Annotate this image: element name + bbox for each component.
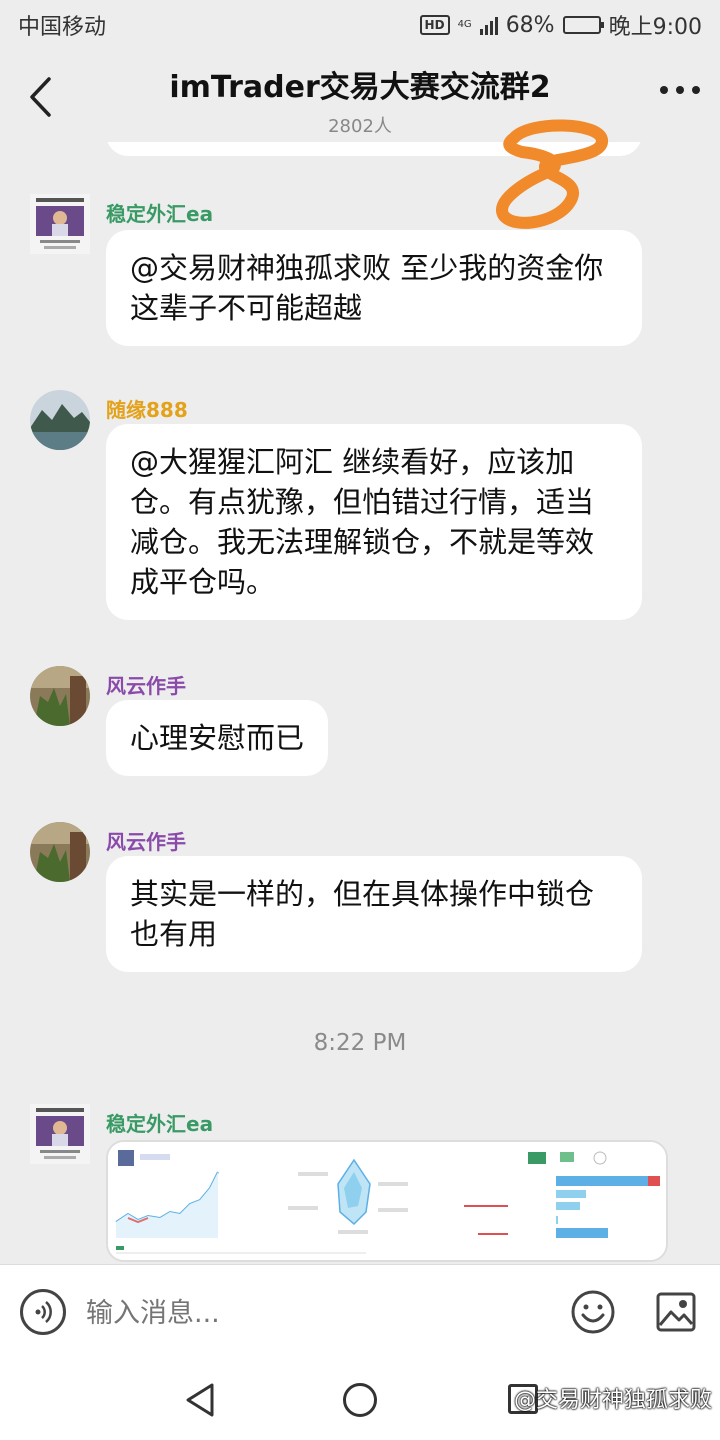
status-bar: 中国移动 HD 4G 68% 晚上9:00 bbox=[0, 0, 720, 50]
stats-screenshot-thumbnail bbox=[108, 1142, 666, 1260]
battery-icon bbox=[562, 16, 604, 34]
dot-icon bbox=[692, 86, 700, 94]
message-bubble[interactable]: @大猩猩汇阿汇 继续看好，应该加仓。有点犹豫，但怕错过行情，适当减仓。我无法理解… bbox=[106, 424, 642, 620]
avatar[interactable] bbox=[30, 1104, 90, 1164]
avatar[interactable] bbox=[30, 666, 90, 726]
emoji-button[interactable] bbox=[570, 1289, 616, 1335]
dot-icon bbox=[676, 86, 684, 94]
image-button[interactable] bbox=[655, 1291, 697, 1333]
avatar-image bbox=[30, 666, 90, 726]
clock: 晚上9:00 bbox=[608, 15, 702, 40]
avatar-image bbox=[30, 390, 90, 450]
message-bubble[interactable]: @交易财神独孤求败 至少我的资金你这辈子不可能超越 bbox=[106, 230, 642, 346]
sender-name: 随缘888 bbox=[106, 398, 188, 422]
previous-message-bubble bbox=[106, 142, 642, 156]
message-bubble[interactable]: 心理安慰而已 bbox=[106, 700, 329, 776]
sender-name: 风云作手 bbox=[106, 674, 186, 698]
nav-back-icon[interactable] bbox=[184, 1382, 216, 1418]
more-options-button[interactable] bbox=[660, 86, 700, 94]
dot-icon bbox=[660, 86, 668, 94]
group-title: imTrader交易大赛交流群2 bbox=[169, 70, 551, 105]
emoji-icon bbox=[571, 1290, 615, 1334]
watermark-text: @交易财神独孤求败 bbox=[513, 1388, 712, 1413]
voice-icon bbox=[35, 1301, 52, 1323]
avatar[interactable] bbox=[30, 822, 90, 882]
sender-name: 稳定外汇ea bbox=[106, 202, 214, 226]
image-icon bbox=[656, 1292, 696, 1332]
message-input-bar bbox=[0, 1264, 720, 1364]
avatar[interactable] bbox=[30, 194, 90, 254]
timestamp: 8:22 PM bbox=[313, 1030, 407, 1056]
battery-percent: 68% bbox=[505, 12, 555, 38]
status-icons: HD 4G 68% 晚上9:00 bbox=[419, 9, 702, 41]
carrier-label: 中国移动 bbox=[18, 15, 107, 40]
system-nav-bar: @交易财神独孤求败 bbox=[0, 1364, 720, 1440]
hd-badge: HD bbox=[419, 15, 450, 35]
avatar-image bbox=[30, 194, 90, 254]
chat-header: imTrader交易大赛交流群2 2802人 bbox=[0, 50, 720, 142]
message-bubble[interactable]: 其实是一样的，但在具体操作中锁仓也有用 bbox=[106, 856, 642, 972]
avatar-image bbox=[30, 1104, 90, 1164]
sender-name: 风云作手 bbox=[106, 830, 186, 854]
image-attachment[interactable] bbox=[106, 1140, 668, 1262]
member-count: 2802人 bbox=[328, 116, 392, 137]
avatar[interactable] bbox=[30, 390, 90, 450]
signal-icon bbox=[479, 15, 498, 35]
sender-name: 稳定外汇ea bbox=[106, 1112, 214, 1136]
avatar-image bbox=[30, 822, 90, 882]
message-input[interactable] bbox=[86, 1291, 546, 1337]
nav-home-icon[interactable] bbox=[343, 1383, 377, 1417]
network-type: 4G bbox=[457, 19, 472, 30]
voice-button[interactable] bbox=[20, 1289, 66, 1335]
message-list[interactable]: 稳定外汇ea @交易财神独孤求败 至少我的资金你这辈子不可能超越 随缘888 @… bbox=[0, 142, 720, 1262]
